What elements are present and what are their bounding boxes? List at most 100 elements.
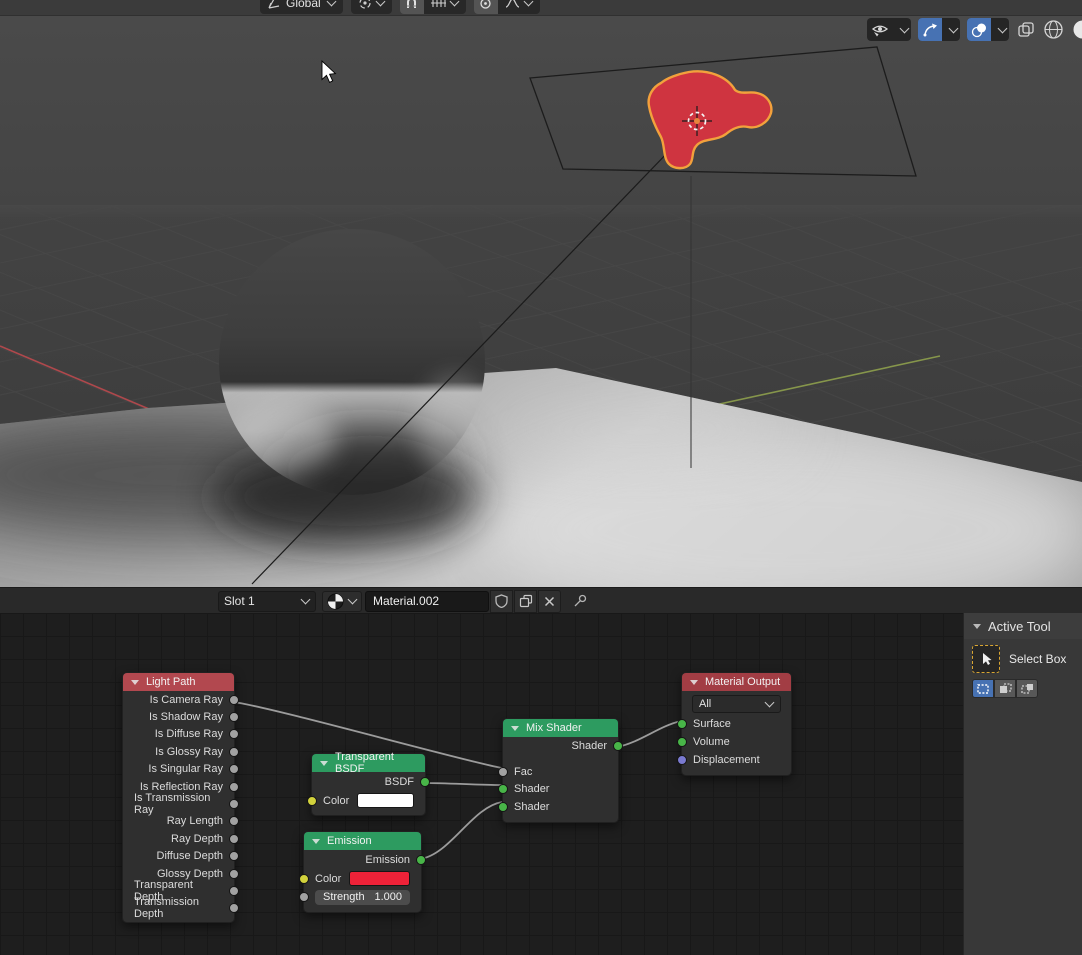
socket-out[interactable]	[229, 816, 239, 827]
socket-out[interactable]	[229, 885, 239, 896]
socket-out-bsdf[interactable]	[420, 776, 430, 787]
socket-out[interactable]	[229, 833, 239, 844]
chevron-down-icon	[997, 23, 1007, 33]
socket-out[interactable]	[229, 903, 239, 914]
socket-out[interactable]	[229, 694, 239, 705]
chevron-down-icon	[375, 0, 386, 7]
socket-in-volume[interactable]	[677, 737, 687, 747]
transform-orientation-dropdown[interactable]: Global	[260, 0, 343, 14]
overlays-dropdown[interactable]	[967, 18, 1009, 41]
socket-out[interactable]	[229, 729, 239, 740]
new-material-button[interactable]	[514, 589, 537, 613]
socket-in-shader1[interactable]	[498, 784, 508, 795]
socket-out[interactable]	[229, 799, 239, 810]
node-header[interactable]: Light Path	[123, 673, 234, 691]
fake-user-button[interactable]	[490, 589, 513, 613]
socket-in-displacement[interactable]	[677, 755, 687, 765]
collapse-icon[interactable]	[312, 838, 320, 844]
socket-out-shader[interactable]	[613, 740, 623, 751]
orientation-label: Global	[286, 0, 321, 10]
node-header[interactable]: Mix Shader	[503, 719, 618, 737]
chevron-down-icon	[326, 0, 337, 7]
socket-in-surface[interactable]	[677, 719, 687, 729]
slot-label: Slot 1	[224, 594, 255, 608]
socket-out[interactable]	[229, 851, 239, 862]
snap-target-dropdown[interactable]	[423, 0, 466, 14]
node-header[interactable]: Transparent BSDF	[312, 751, 425, 775]
chevron-down-icon	[523, 0, 534, 7]
chevron-down-icon	[449, 0, 460, 7]
node-transparent-bsdf[interactable]: Transparent BSDF BSDF Color	[307, 751, 430, 816]
tool-name-label: Select Box	[1009, 652, 1067, 666]
select-mode-subtract-button[interactable]	[1016, 679, 1038, 698]
node-light-path[interactable]: Light Path Is Camera Ray Is Shadow Ray I…	[122, 672, 239, 924]
pin-button[interactable]	[569, 591, 590, 612]
chevron-down-icon	[764, 697, 775, 708]
close-icon	[544, 596, 555, 606]
orientation-icon	[268, 0, 280, 9]
collapse-icon[interactable]	[511, 725, 519, 731]
socket-in-shader2[interactable]	[498, 801, 508, 812]
solid-shading-button[interactable]	[1072, 19, 1082, 40]
unlink-material-button[interactable]	[538, 589, 561, 613]
output-target-dropdown[interactable]: All	[692, 695, 781, 713]
strength-slider[interactable]: Strength 1.000	[315, 889, 410, 905]
object-visibility-dropdown[interactable]	[867, 18, 911, 41]
select-box-tool-icon[interactable]	[972, 645, 1000, 673]
snap-toggle-button[interactable]	[399, 0, 424, 14]
select-mode-set-button[interactable]	[972, 679, 994, 698]
socket-in-strength[interactable]	[299, 892, 309, 902]
socket-out[interactable]	[229, 746, 239, 757]
sidebar-active-tool-panel: Active Tool Select Box	[963, 613, 1082, 955]
shield-icon	[495, 594, 508, 608]
material-name: Material.002	[373, 594, 440, 608]
overlays-icon[interactable]	[967, 18, 991, 41]
collapse-icon[interactable]	[131, 679, 139, 685]
collapse-icon[interactable]	[690, 679, 698, 685]
gizmos-dropdown[interactable]	[918, 18, 960, 41]
falloff-curve-icon	[505, 0, 519, 8]
3d-viewport[interactable]: Global	[0, 0, 1082, 587]
node-mix-shader[interactable]: Mix Shader Shader Fac Shader Shader	[498, 718, 623, 823]
transparent-color-swatch[interactable]	[357, 793, 414, 808]
socket-in-color[interactable]	[299, 873, 309, 884]
emission-color-swatch[interactable]	[349, 871, 410, 886]
horizon-fade	[0, 205, 1082, 217]
node-header[interactable]: Material Output	[682, 673, 791, 691]
socket-out[interactable]	[229, 764, 239, 775]
select-mode-extend-button[interactable]	[994, 679, 1016, 698]
wireframe-shading-button[interactable]	[1043, 19, 1064, 40]
socket-out-emission[interactable]	[416, 854, 426, 865]
socket-in-color[interactable]	[307, 795, 317, 806]
magnet-icon	[407, 0, 417, 8]
shader-node-editor[interactable]: Light Path Is Camera Ray Is Shadow Ray I…	[0, 613, 1082, 955]
viewport-scene[interactable]	[0, 0, 1082, 587]
xray-toggle-button[interactable]	[1017, 21, 1035, 39]
viewport-header-right	[860, 18, 1082, 41]
socket-out[interactable]	[229, 712, 239, 723]
xray-icon	[1018, 21, 1034, 37]
cursor-arrow-icon	[983, 653, 992, 665]
material-name-field[interactable]: Material.002	[365, 590, 489, 612]
pin-icon	[574, 594, 586, 607]
chevron-down-icon	[300, 594, 311, 605]
node-emission[interactable]: Emission Emission Color Strength 1.000	[299, 831, 426, 913]
solid-sphere-icon	[1073, 20, 1082, 39]
chevron-down-icon	[347, 594, 358, 605]
collapse-icon	[973, 623, 981, 629]
socket-out[interactable]	[229, 781, 239, 792]
pivot-point-dropdown[interactable]	[350, 0, 392, 14]
gizmo-icon[interactable]	[918, 18, 942, 41]
proportional-editing-button[interactable]	[473, 0, 498, 14]
node-header[interactable]: Emission	[304, 832, 421, 850]
snap-increment-icon	[430, 0, 446, 7]
material-slot-dropdown[interactable]: Slot 1	[218, 590, 316, 612]
collapse-icon[interactable]	[320, 760, 328, 766]
active-tool-panel-header[interactable]: Active Tool	[964, 613, 1082, 639]
node-material-output[interactable]: Material Output All Surface Volume Displ…	[677, 672, 792, 776]
browse-material-dropdown[interactable]	[322, 590, 362, 612]
socket-in-fac[interactable]	[498, 767, 508, 778]
chevron-down-icon	[948, 23, 958, 33]
proportional-falloff-dropdown[interactable]	[497, 0, 540, 14]
socket-out[interactable]	[229, 868, 239, 879]
